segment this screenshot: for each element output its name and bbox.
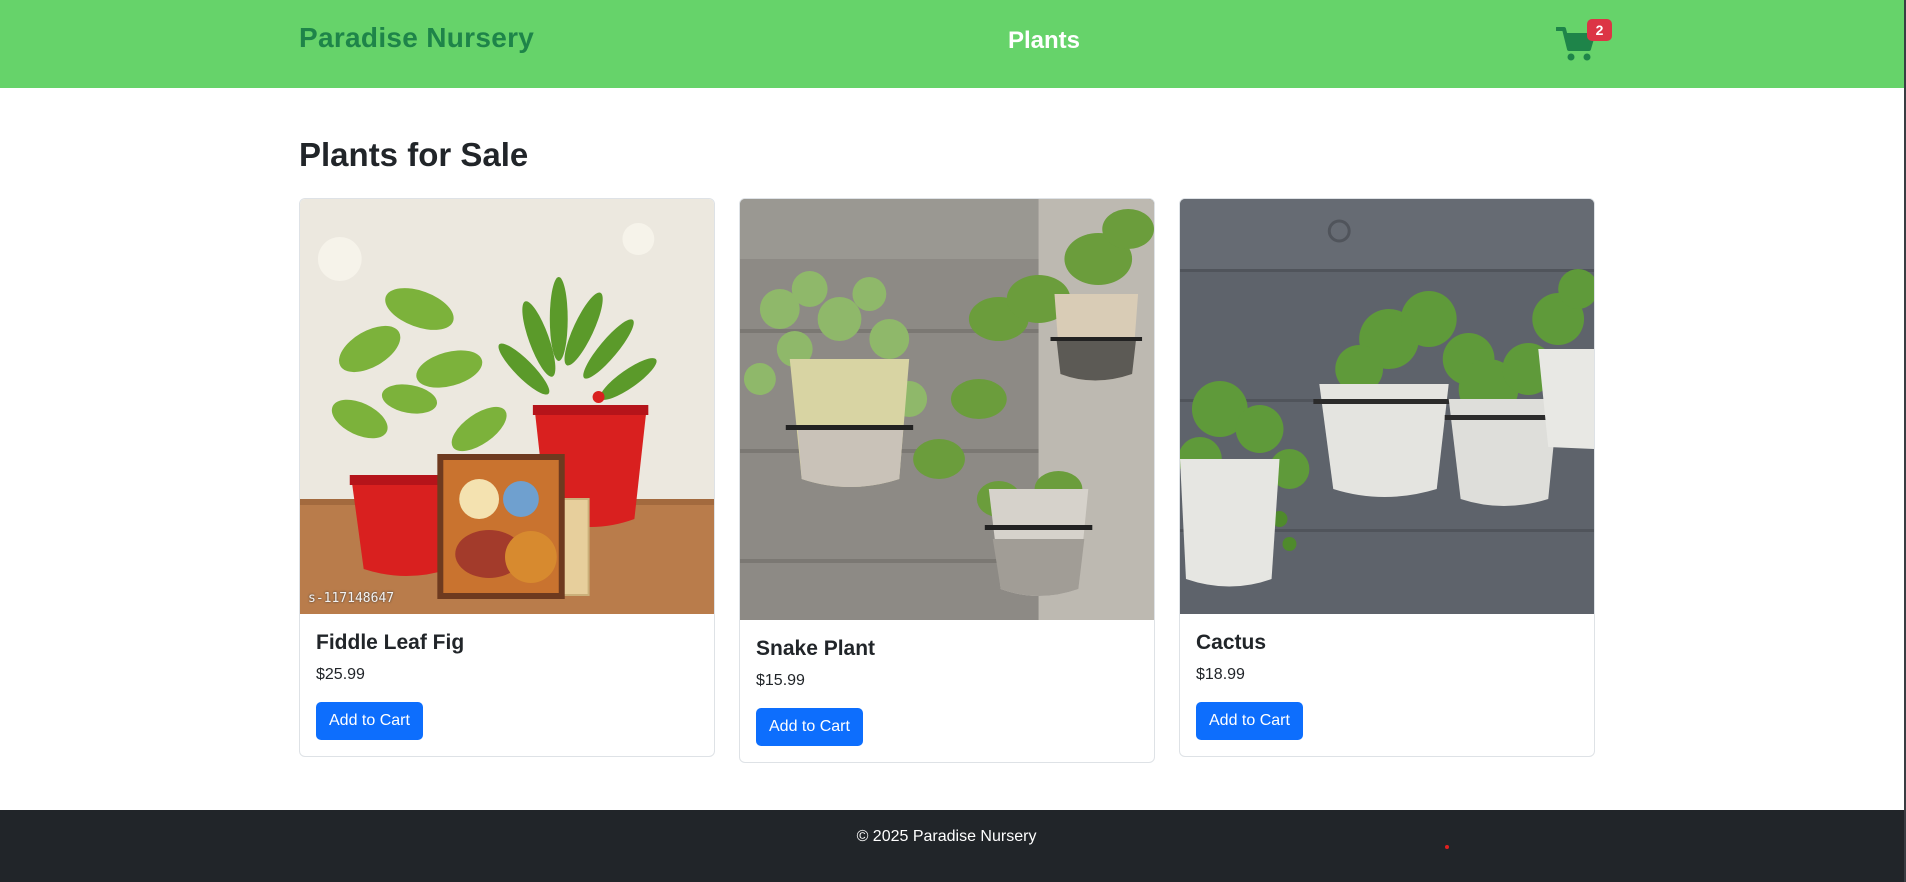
footer-copyright: © 2025 Paradise Nursery <box>856 828 1037 845</box>
page-footer <box>0 810 1904 882</box>
product-price: $18.99 <box>1196 666 1245 683</box>
cart-button[interactable]: 2 <box>1556 18 1612 64</box>
product-image <box>1180 199 1594 614</box>
cart-count-badge: 2 <box>1587 19 1612 41</box>
add-to-cart-button[interactable]: Add to Cart <box>756 708 863 746</box>
cursor-dot <box>1445 845 1449 849</box>
product-card: Snake Plant $15.99 Add to Cart <box>739 198 1155 763</box>
product-image: s-117148647 <box>300 199 714 614</box>
product-name: Fiddle Leaf Fig <box>316 631 465 654</box>
product-price: $15.99 <box>756 672 805 689</box>
product-image <box>740 199 1154 620</box>
product-name: Cactus <box>1196 631 1267 654</box>
brand-logo[interactable]: Paradise Nursery <box>299 22 534 54</box>
app-viewport: Paradise Nursery Plants 2 Plants for Sal… <box>0 0 1904 882</box>
image-watermark: s-117148647 <box>308 591 395 606</box>
add-to-cart-button[interactable]: Add to Cart <box>316 702 423 740</box>
product-price: $25.99 <box>316 666 365 683</box>
page-title: Plants for Sale <box>299 136 529 173</box>
add-to-cart-button[interactable]: Add to Cart <box>1196 702 1303 740</box>
product-card: s-117148647 Fiddle Leaf Fig $25.99 Add t… <box>299 198 715 757</box>
product-name: Snake Plant <box>756 637 876 660</box>
nav-title[interactable]: Plants <box>1008 27 1080 55</box>
top-navbar: Paradise Nursery Plants 2 <box>0 0 1904 88</box>
product-card: Cactus $18.99 Add to Cart <box>1179 198 1595 757</box>
